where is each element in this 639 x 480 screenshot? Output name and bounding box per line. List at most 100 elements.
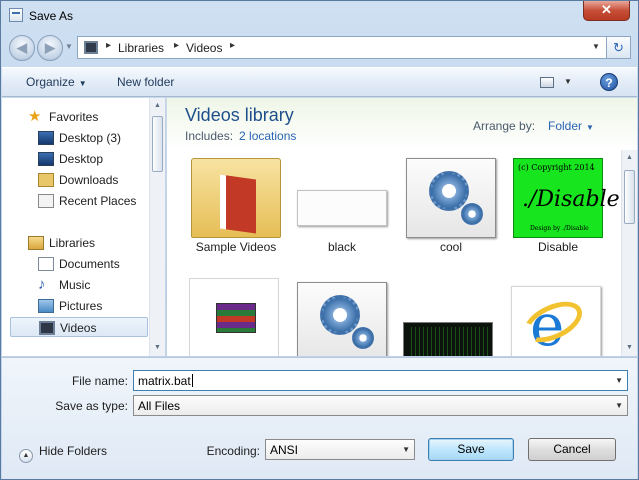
- back-button[interactable]: ◀: [9, 35, 35, 61]
- savetype-select[interactable]: All Files ▼: [133, 395, 628, 416]
- change-view-icon[interactable]: [540, 77, 554, 88]
- nav-item-desktop-3[interactable]: Desktop (3): [10, 128, 148, 148]
- organize-label: Organize: [26, 75, 75, 89]
- file-item-label: Sample Videos: [195, 240, 277, 254]
- forward-button[interactable]: ▶: [37, 35, 63, 61]
- nav-scrollbar[interactable]: ▲ ▼: [149, 98, 165, 356]
- file-item-gears[interactable]: [293, 274, 391, 356]
- gear-icon: [429, 171, 469, 211]
- gear-icon: [320, 295, 360, 335]
- navigation-pane: ★ Favorites Desktop (3) Desktop Download…: [2, 98, 166, 356]
- nav-item-label: Recent Places: [59, 194, 137, 208]
- savetype-label: Save as type:: [55, 399, 128, 413]
- title-bar[interactable]: Save As ✕: [1, 1, 638, 31]
- gear-icon: [461, 203, 483, 225]
- filename-value: matrix.bat: [138, 374, 193, 388]
- save-button[interactable]: Save: [428, 438, 514, 461]
- file-item-sample-videos[interactable]: Sample Videos: [187, 150, 285, 256]
- nav-item-desktop[interactable]: Desktop: [10, 149, 148, 169]
- nav-item-label: Pictures: [59, 299, 103, 313]
- video-library-icon: [84, 41, 98, 54]
- back-arrow-icon: ◀: [17, 40, 27, 55]
- breadcrumb-separator-icon[interactable]: ▸: [174, 40, 179, 51]
- file-item-black[interactable]: black: [293, 150, 391, 256]
- file-item-ie[interactable]: e: [507, 278, 605, 356]
- downloads-folder-icon: [38, 173, 54, 187]
- gears-icon: [297, 282, 387, 356]
- scroll-up-icon[interactable]: ▲: [150, 98, 165, 114]
- internet-explorer-icon: e: [511, 286, 601, 356]
- blank-image-icon: [297, 190, 387, 226]
- nav-favorites-label: Favorites: [49, 110, 99, 124]
- encoding-select[interactable]: ANSI ▼: [265, 439, 415, 460]
- window-title: Save As: [29, 9, 74, 23]
- forward-arrow-icon: ▶: [45, 40, 55, 55]
- file-item-cool[interactable]: cool: [402, 150, 500, 256]
- file-item-disable[interactable]: (c) Copyright 2014 ./Disable Design by .…: [509, 150, 620, 256]
- refresh-icon: ↻: [613, 40, 624, 55]
- arrange-by-dropdown[interactable]: Folder ▼: [548, 119, 594, 133]
- savetype-value: All Files: [138, 399, 181, 413]
- nav-item-videos[interactable]: Videos: [10, 317, 148, 337]
- gear-icon: [352, 327, 374, 349]
- locations-link[interactable]: 2 locations: [239, 129, 296, 143]
- organize-button[interactable]: Organize ▼: [26, 75, 87, 89]
- scroll-up-icon[interactable]: ▲: [622, 150, 637, 166]
- library-header: Videos library Includes: 2 locations Arra…: [167, 98, 637, 150]
- scroll-thumb[interactable]: [624, 170, 635, 224]
- hide-folders-button[interactable]: ▲ Hide Folders: [19, 444, 107, 463]
- nav-item-music[interactable]: ♪ Music: [10, 275, 148, 295]
- winrar-archive-icon: [189, 278, 279, 356]
- address-dropdown-icon[interactable]: ▼: [592, 42, 600, 51]
- nav-item-label: Videos: [60, 321, 97, 335]
- star-icon: ★: [28, 108, 42, 125]
- nav-favorites[interactable]: ★ Favorites: [10, 107, 148, 127]
- nav-item-recent-places[interactable]: Recent Places: [10, 191, 148, 211]
- breadcrumb-videos[interactable]: Videos: [186, 41, 222, 55]
- chevron-down-icon: ▼: [402, 445, 410, 454]
- new-folder-button[interactable]: New folder: [117, 75, 174, 89]
- recent-pages-dropdown[interactable]: ▼: [65, 42, 73, 51]
- breadcrumb-libraries[interactable]: Libraries: [118, 41, 164, 55]
- scroll-down-icon[interactable]: ▼: [150, 340, 165, 356]
- filename-text: matrix.bat: [138, 374, 191, 388]
- music-note-icon: ♪: [38, 276, 46, 293]
- video-film-icon: [39, 321, 55, 335]
- monitor-icon: [38, 131, 54, 145]
- documents-icon: [38, 257, 54, 271]
- breadcrumb-separator-icon[interactable]: ▸: [230, 40, 235, 51]
- thumbnail-text: ./Disable: [522, 187, 620, 212]
- help-icon[interactable]: ?: [600, 73, 618, 91]
- breadcrumb-separator-icon[interactable]: ▸: [106, 40, 111, 51]
- chevron-down-icon[interactable]: ▼: [615, 376, 623, 385]
- close-button[interactable]: ✕: [583, 1, 630, 21]
- scroll-down-icon[interactable]: ▼: [622, 340, 637, 356]
- content-scrollbar[interactable]: ▲ ▼: [621, 150, 637, 356]
- cancel-button[interactable]: Cancel: [528, 438, 616, 461]
- arrange-by-label: Arrange by:: [473, 119, 536, 133]
- address-row: ◀ ▶ ▼ ▸ Libraries ▸ Videos ▸ ▼ ↻: [1, 33, 638, 63]
- scroll-thumb[interactable]: [152, 116, 163, 172]
- nav-item-label: Documents: [59, 257, 120, 271]
- arrange-by-value: Folder: [548, 119, 583, 133]
- hide-folders-label: Hide Folders: [39, 444, 108, 458]
- nav-item-documents[interactable]: Documents: [10, 254, 148, 274]
- thumbnail-text: (c) Copyright 2014: [518, 163, 595, 172]
- chevron-up-icon: ▲: [19, 449, 33, 463]
- nav-item-downloads[interactable]: Downloads: [10, 170, 148, 190]
- nav-libraries[interactable]: Libraries: [10, 233, 148, 253]
- save-options-panel: File name: matrix.bat ▼ Save as type: Al…: [2, 357, 637, 479]
- view-options-dropdown[interactable]: ▼: [564, 77, 572, 86]
- chevron-down-icon: ▼: [78, 79, 87, 88]
- refresh-button[interactable]: ↻: [607, 36, 631, 59]
- recent-places-icon: [38, 194, 54, 208]
- file-item-archive[interactable]: [185, 270, 283, 356]
- disable-thumbnail: (c) Copyright 2014 ./Disable Design by .…: [513, 158, 620, 238]
- filename-label: File name:: [71, 374, 128, 388]
- file-item-matrix[interactable]: [399, 282, 497, 356]
- nav-item-pictures[interactable]: Pictures: [10, 296, 148, 316]
- address-bar[interactable]: ▸ Libraries ▸ Videos ▸ ▼: [77, 36, 607, 59]
- text-caret: [191, 374, 193, 387]
- chevron-down-icon: ▼: [586, 123, 594, 132]
- filename-input[interactable]: matrix.bat ▼: [133, 370, 628, 391]
